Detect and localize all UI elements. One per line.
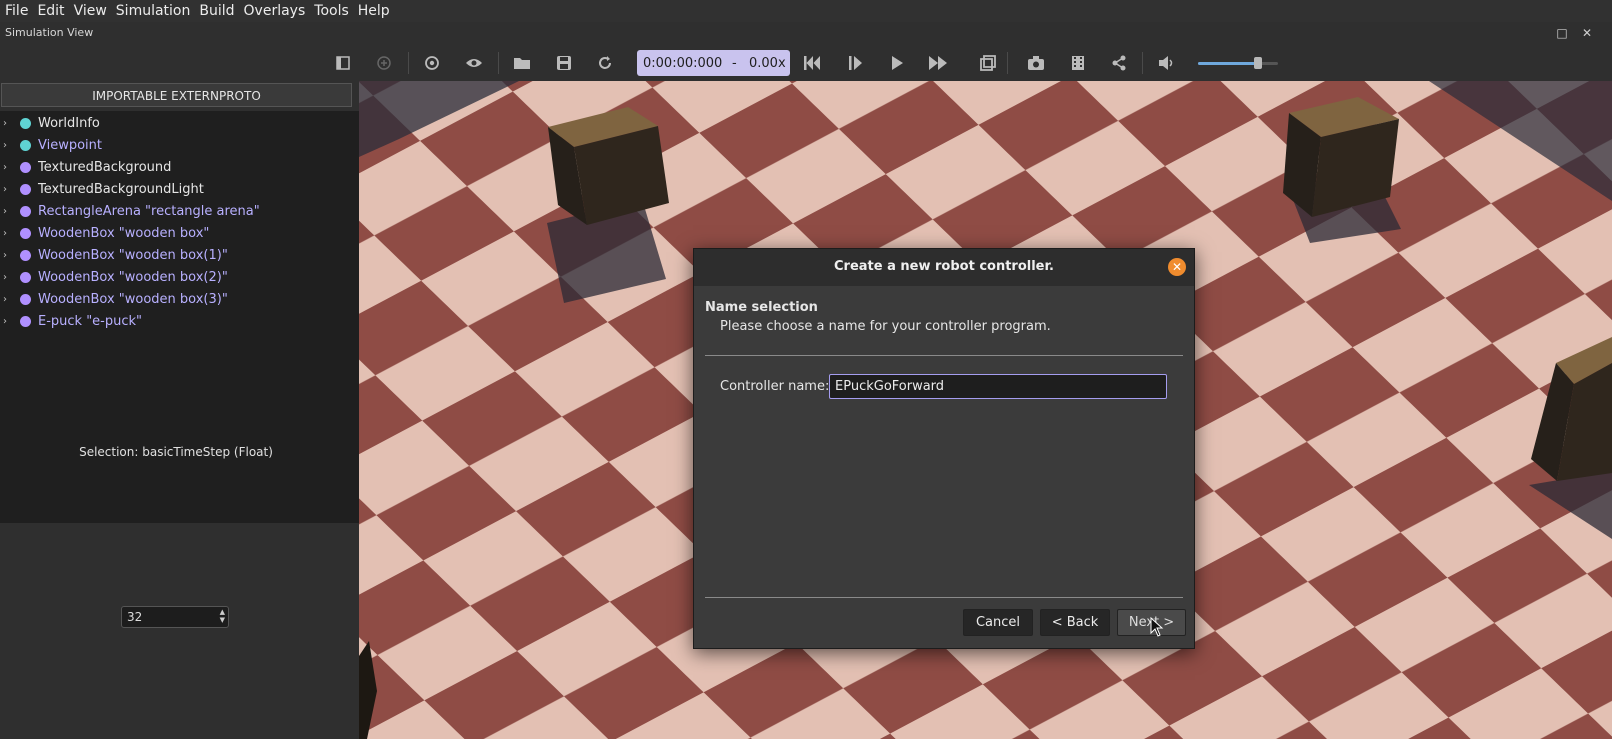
record-movie-icon[interactable] [1066, 51, 1090, 75]
expand-arrow-icon[interactable]: › [3, 184, 15, 195]
menu-bar: File Edit View Simulation Build Overlays… [0, 0, 1612, 22]
expand-arrow-icon[interactable]: › [3, 206, 15, 217]
menu-build[interactable]: Build [194, 0, 238, 22]
node-type-icon [20, 293, 31, 305]
scene-tree-item-label: WoodenBox "wooden box" [38, 225, 210, 241]
new-robot-controller-dialog: Create a new robot controller. ✕ Name se… [693, 248, 1195, 649]
node-type-icon [20, 139, 31, 151]
reset-simulation-icon[interactable] [800, 51, 824, 75]
scene-tree-item[interactable]: › E-puck "e-puck" [0, 310, 355, 332]
expand-arrow-icon[interactable]: › [3, 118, 15, 129]
wooden-box-1[interactable] [547, 107, 669, 303]
screenshot-icon[interactable] [1024, 51, 1048, 75]
scene-tree-item-label: RectangleArena "rectangle arena" [38, 203, 260, 219]
step-icon[interactable] [843, 51, 867, 75]
node-type-icon [20, 227, 31, 239]
scene-tree-item[interactable]: › WoodenBox "wooden box(2)" [0, 266, 355, 288]
fast-forward-icon[interactable] [926, 51, 950, 75]
menu-simulation[interactable]: Simulation [111, 0, 195, 22]
scene-tree-item-label: E-puck "e-puck" [38, 313, 143, 329]
node-type-icon [20, 271, 31, 283]
expand-arrow-icon[interactable]: › [3, 272, 15, 283]
menu-overlays[interactable]: Overlays [239, 0, 310, 22]
expand-arrow-icon[interactable]: › [3, 140, 15, 151]
scene-tree-item[interactable]: › TexturedBackground [0, 156, 355, 178]
menu-tools[interactable]: Tools [309, 0, 353, 22]
volume-slider[interactable] [1198, 57, 1278, 69]
field-selection-label: Selection: basicTimeStep (Float) [79, 445, 273, 459]
open-world-icon[interactable] [510, 51, 534, 75]
dialog-divider-bottom [705, 597, 1183, 598]
expand-arrow-icon[interactable]: › [3, 228, 15, 239]
expand-arrow-icon[interactable]: › [3, 162, 15, 173]
time-value: 0:00:00:000 [643, 56, 723, 71]
dialog-subheading: Please choose a name for your controller… [720, 319, 1051, 334]
volume-icon[interactable] [1155, 51, 1179, 75]
dialog-title: Create a new robot controller. [694, 249, 1194, 286]
simulation-toolbar: 0:00:00:000 - 0.00x [0, 44, 1612, 80]
speed-value: 0.00x [749, 56, 786, 71]
close-icon[interactable]: ✕ [1580, 26, 1594, 40]
node-type-icon [20, 205, 31, 217]
save-world-icon[interactable] [552, 51, 576, 75]
toggle-scene-tree-icon[interactable] [331, 51, 355, 75]
menu-view[interactable]: View [69, 0, 111, 22]
mouse-cursor-icon [1150, 617, 1164, 637]
scene-tree-item[interactable]: › WoodenBox "wooden box(1)" [0, 244, 355, 266]
expand-arrow-icon[interactable]: › [3, 294, 15, 305]
time-separator: - [732, 56, 737, 71]
scene-tree-item-label: Viewpoint [38, 137, 103, 153]
scene-tree-item-label: TexturedBackground [38, 159, 172, 175]
scene-tree-item-label: WorldInfo [38, 115, 100, 131]
cancel-button[interactable]: Cancel [963, 609, 1033, 636]
expand-arrow-icon[interactable]: › [3, 250, 15, 261]
menu-edit[interactable]: Edit [32, 0, 68, 22]
scene-tree-item[interactable]: › Viewpoint [0, 134, 355, 156]
scene-tree-item-label: WoodenBox "wooden box(1)" [38, 247, 228, 263]
scene-tree: › WorldInfo › Viewpoint › TexturedBackground ›… [0, 111, 359, 523]
node-type-icon [20, 161, 31, 173]
spinbox-arrows-icon[interactable]: ▲ ▼ [220, 608, 225, 624]
controller-name-label: Controller name: [720, 379, 830, 394]
scene-tree-item[interactable]: › TexturedBackgroundLight [0, 178, 355, 200]
volume-handle[interactable] [1254, 57, 1262, 69]
simulation-time-display: 0:00:00:000 - 0.00x [637, 50, 790, 76]
reload-world-icon[interactable] [593, 51, 617, 75]
node-type-icon [20, 315, 31, 327]
play-icon[interactable] [885, 51, 909, 75]
basic-timestep-spinbox[interactable]: 32 ▲ ▼ [121, 606, 229, 628]
expand-arrow-icon[interactable]: › [3, 316, 15, 327]
scene-tree-item[interactable]: › WoodenBox "wooden box(3)" [0, 288, 355, 310]
scene-tree-item-label: TexturedBackgroundLight [38, 181, 204, 197]
menu-help[interactable]: Help [353, 0, 394, 22]
eye-icon[interactable] [462, 51, 486, 75]
scene-tree-item[interactable]: › RectangleArena "rectangle arena" [0, 200, 355, 222]
maximize-icon[interactable]: □ [1555, 26, 1569, 40]
dialog-divider-top [705, 355, 1183, 356]
dialog-heading: Name selection [705, 300, 818, 315]
scene-tree-item-label: WoodenBox "wooden box(3)" [38, 291, 228, 307]
window-title: Simulation View [5, 26, 94, 39]
rendering-icon[interactable] [976, 51, 1000, 75]
scene-tree-panel: IMPORTABLE EXTERNPROTO › WorldInfo › Viewpo… [0, 81, 359, 739]
importable-externproto-button[interactable]: IMPORTABLE EXTERNPROTO [1, 83, 352, 107]
simulation-view-titlebar: Simulation View □ ✕ [0, 23, 1612, 43]
add-node-icon[interactable] [372, 51, 396, 75]
node-type-icon [20, 117, 31, 129]
node-type-icon [20, 249, 31, 261]
scene-tree-item[interactable]: › WorldInfo [0, 112, 355, 134]
node-type-icon [20, 183, 31, 195]
controller-name-input[interactable] [829, 374, 1167, 399]
scene-tree-item-label: WoodenBox "wooden box(2)" [38, 269, 228, 285]
dialog-close-icon[interactable]: ✕ [1168, 258, 1186, 276]
volume-fill [1198, 62, 1258, 65]
scene-tree-item[interactable]: › WoodenBox "wooden box" [0, 222, 355, 244]
menu-file[interactable]: File [0, 0, 32, 22]
back-button[interactable]: < Back [1040, 609, 1110, 636]
spinbox-value: 32 [127, 610, 143, 624]
share-icon[interactable] [1107, 51, 1131, 75]
reset-viewpoint-icon[interactable] [420, 51, 444, 75]
